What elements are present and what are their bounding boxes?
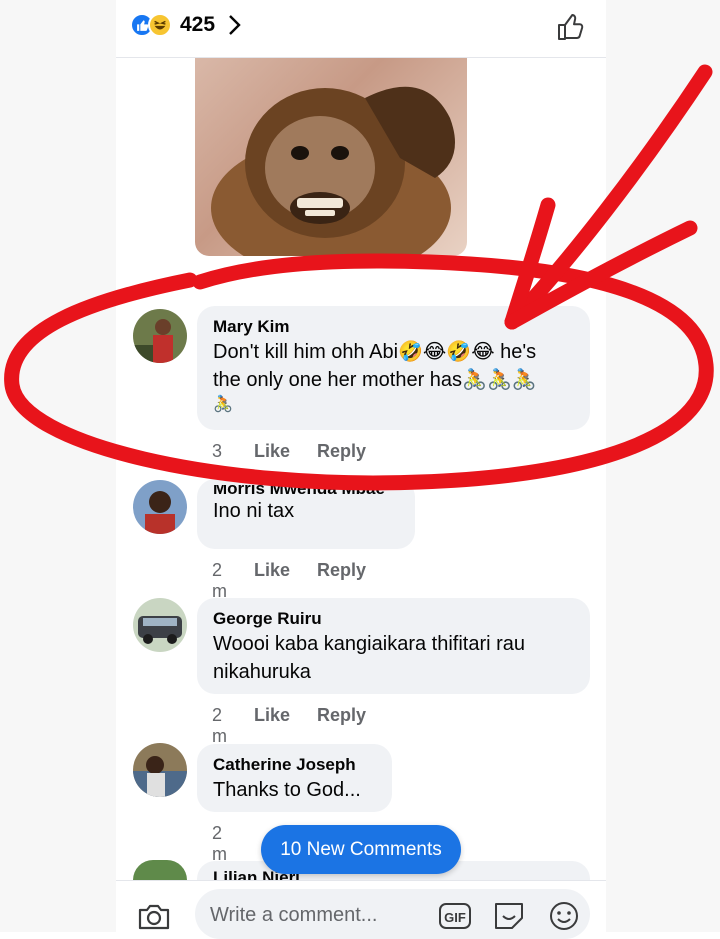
comment-actions: 2 m Like Reply: [212, 705, 366, 747]
avatar[interactable]: [133, 860, 187, 880]
comment-text-line: the only one her mother has🚴🚴🚴: [213, 369, 537, 391]
comment-text: Thanks to God...: [213, 779, 361, 801]
gif-label: GIF: [444, 910, 466, 925]
comment-time: 2 m: [212, 705, 227, 746]
comment-text-line: nikahuruka: [213, 661, 311, 683]
right-margin: [606, 0, 720, 932]
comment-time: 2 m: [212, 823, 227, 864]
like-link[interactable]: Like: [254, 441, 290, 483]
comment-text-line: Woooi kaba kangiaikara thifitari rau: [213, 633, 526, 655]
comment-bubble[interactable]: George Ruiru Woooi kaba kangiaikara thif…: [197, 598, 590, 694]
reaction-count: 425: [180, 13, 216, 36]
avatar[interactable]: [133, 309, 187, 363]
comment-bubble[interactable]: Catherine Joseph Thanks to God...: [197, 744, 392, 812]
comment-bubble[interactable]: Mary Kim Don't kill him ohh Abi🤣😂🤣😂 he's…: [197, 306, 590, 430]
comment-author[interactable]: Mary Kim: [213, 316, 574, 338]
like-link[interactable]: Like: [254, 705, 290, 747]
comment-text-line: 🚴: [213, 396, 233, 413]
reaction-summary[interactable]: 425: [130, 8, 241, 42]
like-link[interactable]: Like: [254, 560, 290, 602]
comment-text: Ino ni tax: [213, 500, 295, 522]
comment-photo[interactable]: [195, 58, 467, 256]
haha-reaction-icon: [148, 13, 172, 37]
comment-author[interactable]: George Ruiru: [213, 608, 574, 630]
comment-actions: 2 m: [212, 823, 227, 865]
avatar[interactable]: [133, 598, 187, 652]
left-margin: [0, 0, 116, 932]
new-comments-button[interactable]: 10 New Comments: [261, 825, 461, 874]
comment-input-placeholder: Write a comment...: [210, 904, 378, 926]
reply-link[interactable]: Reply: [317, 705, 366, 747]
comment-author[interactable]: Catherine Joseph: [213, 754, 376, 776]
reaction-icons: [130, 12, 174, 38]
avatar[interactable]: [133, 743, 187, 797]
chevron-right-icon: [229, 15, 241, 35]
comment-author[interactable]: Morris Mwenda Mbae: [213, 485, 399, 497]
comment-text-line: Don't kill him ohh Abi🤣😂🤣😂 he's: [213, 341, 537, 363]
thumbs-up-outline-icon[interactable]: [556, 12, 586, 47]
comment-time: 2 m: [212, 560, 227, 601]
reply-link[interactable]: Reply: [317, 441, 366, 483]
comment-bubble[interactable]: Morris Mwenda Mbae Ino ni tax: [197, 479, 415, 549]
comment-time: 3 m: [212, 441, 227, 482]
sticker-icon[interactable]: [492, 898, 526, 937]
emoji-icon[interactable]: [548, 900, 580, 937]
gif-icon[interactable]: GIF: [438, 901, 472, 936]
reply-link[interactable]: Reply: [317, 560, 366, 602]
comment-actions: 2 m Like Reply: [212, 560, 366, 602]
avatar[interactable]: [133, 480, 187, 534]
comment-actions: 3 m Like Reply: [212, 441, 366, 483]
